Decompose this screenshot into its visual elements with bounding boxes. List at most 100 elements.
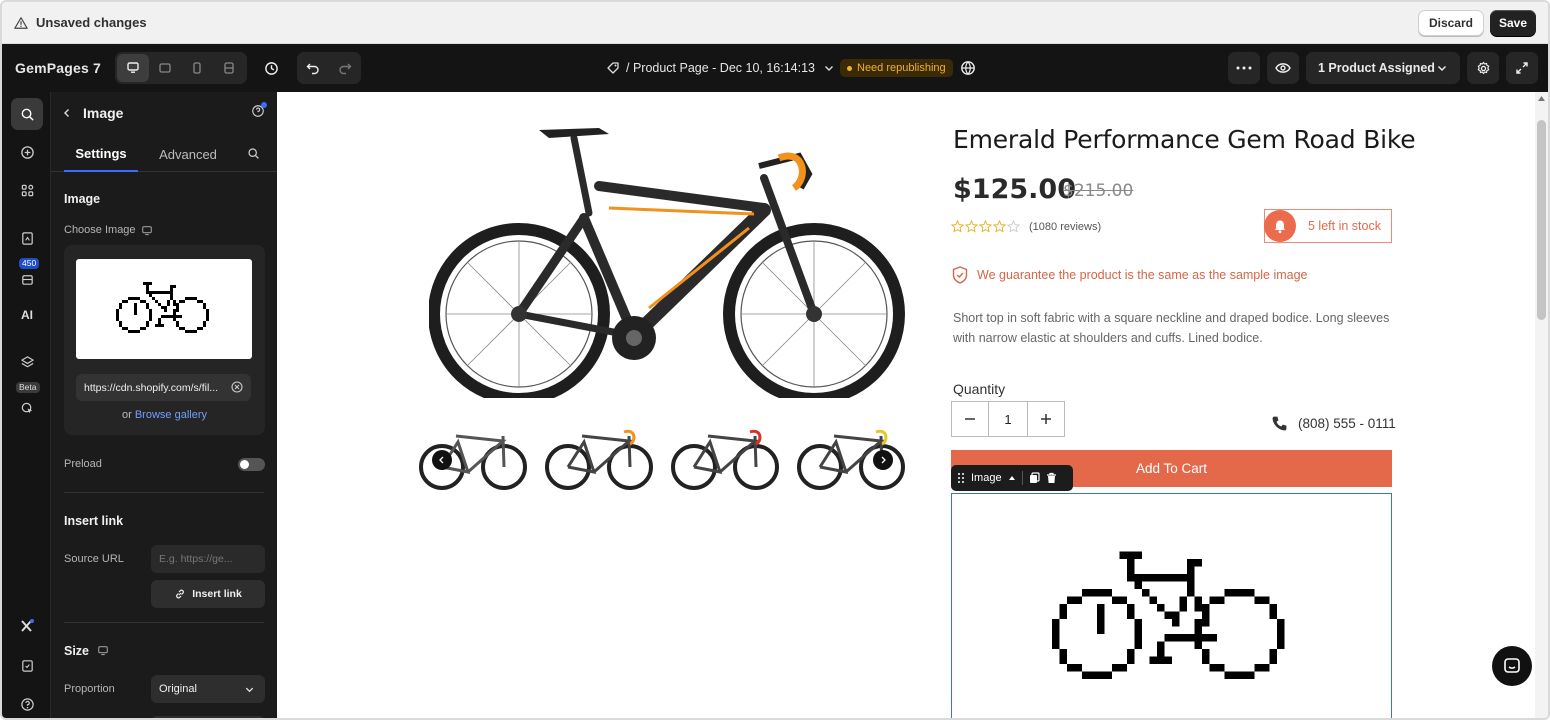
panel-search-button[interactable] [238,136,268,171]
browse-gallery-link[interactable]: Browse gallery [135,409,207,421]
chevron-left-icon [439,456,444,464]
rail-add-element[interactable] [11,136,43,168]
rail-search[interactable] [11,98,43,130]
mobile-icon [193,62,201,74]
product-assigned-label: 1 Product Assigned [1318,61,1435,75]
increase-quantity-button[interactable] [1028,402,1064,436]
chat-icon [1504,658,1520,673]
republish-label: Need republishing [857,62,946,74]
tablet-icon [159,63,171,73]
chat-launcher-button[interactable] [1492,646,1532,686]
rail-help[interactable] [11,688,43,718]
stock-counter: 5 left in stock [1264,209,1392,243]
trash-icon[interactable] [1046,472,1057,484]
desktop-view-button[interactable] [117,54,150,82]
product-thumbnails [418,422,906,497]
canvas-scrollbar[interactable] [1535,92,1548,718]
gear-icon [1477,61,1489,74]
help-icon [20,697,34,711]
gallery-next-button[interactable] [873,450,893,470]
star-icon [965,220,978,233]
product-assigned-dropdown[interactable]: 1 Product Assigned [1306,52,1460,84]
proportion-select[interactable]: Original [151,675,265,703]
tab-advanced[interactable]: Advanced [138,136,238,172]
panel-help-button[interactable] [251,102,267,123]
page-title: / Product Page - Dec 10, 16:14:13 [626,61,816,75]
desktop-icon [98,646,108,656]
scroll-up-icon[interactable] [1538,96,1545,101]
settings-button[interactable] [1467,52,1499,84]
globe-icon[interactable] [960,60,976,76]
divider [64,492,264,493]
fullscreen-button[interactable] [1506,52,1538,84]
rail-beta-tool[interactable] [11,392,43,424]
rail-sections[interactable] [11,174,43,206]
panel-title: Image [83,105,124,121]
proportion-label: Proportion [64,683,115,695]
thumbnail-bike-3[interactable] [670,422,780,497]
link-icon [176,589,185,599]
image-url-field[interactable]: https://cdn.shopify.com/s/fil... [76,374,251,401]
clear-icon[interactable] [231,381,243,393]
warning-icon [14,16,28,29]
duplicate-icon[interactable] [1029,472,1040,484]
compare-price: $215.00 [1063,181,1134,201]
scrollbar-thumb[interactable] [1537,120,1546,320]
discard-button[interactable]: Discard [1417,9,1484,36]
preview-button[interactable] [1267,52,1299,84]
product-description: Short top in soft fabric with a square n… [953,311,1390,345]
grid-icon [21,184,33,196]
preload-toggle[interactable] [238,458,265,471]
quantity-input[interactable]: 1 [988,402,1028,436]
rail-checklist[interactable] [11,649,43,681]
panel-header: Image [51,92,277,134]
layout-view-button[interactable] [213,54,245,82]
phone-icon [1272,416,1287,431]
thumbnail-bike-2[interactable] [544,422,654,497]
image-element-label[interactable]: Image [971,472,1002,484]
gallery-prev-button[interactable] [432,450,452,470]
more-options-button[interactable] [1228,52,1260,84]
proportion-value: Original [159,683,197,695]
selected-image-element[interactable] [951,493,1392,718]
settings-panel: Image Settings Advanced Image Choose Ima… [51,92,277,718]
tablet-view-button[interactable] [149,54,181,82]
source-url-input[interactable]: E.g. https://ge... [151,545,265,573]
rail-ai[interactable]: AI [11,299,43,331]
next-field[interactable] [151,716,265,718]
chevron-down-icon [1438,66,1446,71]
stock-text: 5 left in stock [1308,219,1381,233]
mobile-view-button[interactable] [181,54,213,82]
insert-link-button[interactable]: Insert link [151,580,265,608]
back-arrow-icon[interactable] [61,107,73,119]
divider [64,622,264,623]
rail-pages[interactable] [11,222,43,254]
rating-stars [951,220,1020,233]
plus-circle-icon [20,145,34,159]
bell-icon [1264,210,1296,242]
source-url-label: Source URL [64,553,124,565]
page-selector[interactable]: / Product Page - Dec 10, 16:14:13 [606,44,835,92]
decrease-quantity-button[interactable] [952,402,988,436]
eye-icon [1275,63,1291,73]
desktop-icon [142,226,152,236]
rail-apps[interactable] [11,610,43,642]
redo-icon [339,63,352,75]
undo-button[interactable] [297,52,329,84]
redo-button[interactable] [329,52,361,84]
minus-icon [965,418,975,420]
unsaved-message: Unsaved changes [36,15,147,30]
insert-link-section-title: Insert link [64,514,124,528]
desktop-icon [127,62,139,73]
caret-up-icon[interactable] [1008,474,1016,482]
image-preview[interactable] [76,259,252,359]
preload-label: Preload [64,458,102,470]
rail-templates[interactable] [11,263,43,295]
product-main-image[interactable] [429,118,909,398]
tab-settings[interactable]: Settings [64,136,138,172]
history-button[interactable] [255,52,287,84]
rail-layers[interactable] [11,346,43,378]
save-button[interactable]: Save [1489,9,1536,36]
insert-link-label: Insert link [192,588,242,600]
drag-handle-icon[interactable] [957,472,965,484]
